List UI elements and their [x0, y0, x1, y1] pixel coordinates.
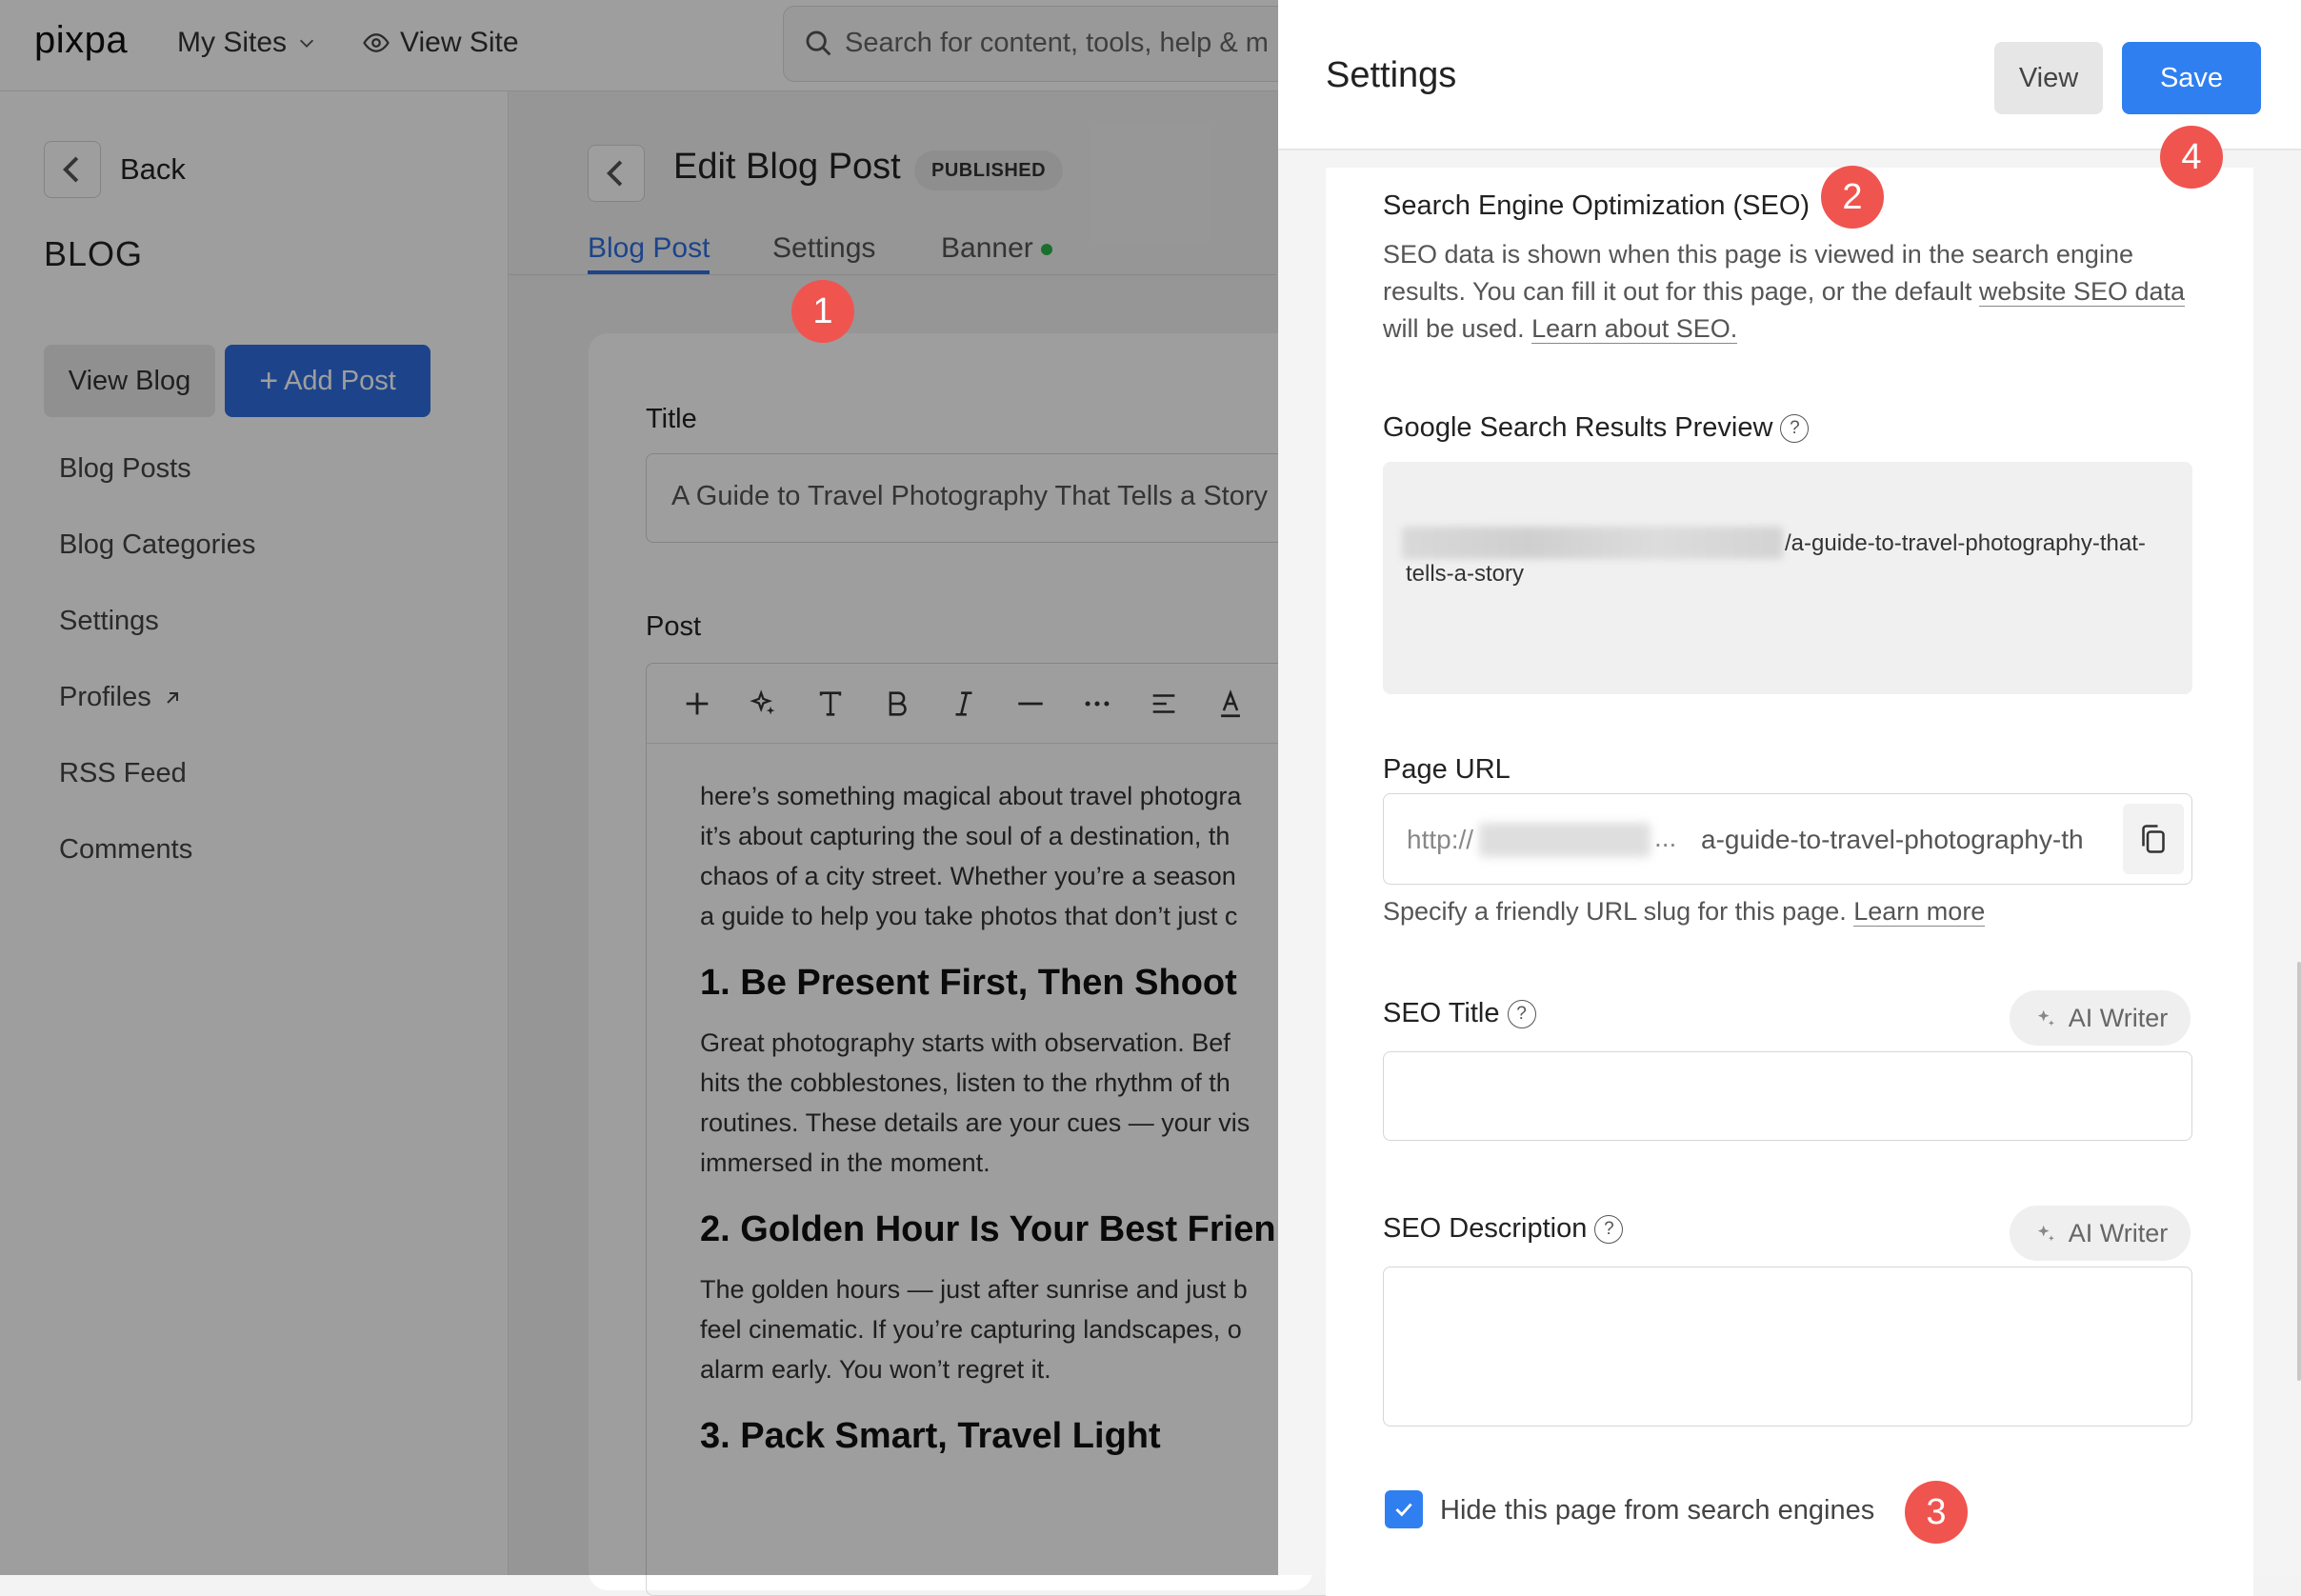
callout-marker-4: 4 — [2160, 126, 2223, 189]
save-button[interactable]: Save — [2122, 42, 2261, 114]
page-url-label: Page URL — [1383, 754, 1511, 785]
copy-url-button[interactable] — [2123, 804, 2184, 874]
copy-icon — [2142, 825, 2165, 853]
google-preview-box: /a-guide-to-travel-photography-that-tell… — [1383, 462, 2192, 694]
seo-description-label: SEO Description? — [1383, 1213, 1624, 1245]
url-ellipsis: ... — [1654, 823, 1677, 852]
hide-from-search-checkbox[interactable] — [1385, 1490, 1423, 1528]
page-url-input[interactable]: http:// ... a-guide-to-travel-photograph… — [1383, 793, 2192, 885]
sparkle-icon — [2037, 1009, 2054, 1027]
page-url-help: Specify a friendly URL slug for this pag… — [1383, 897, 1986, 927]
url-slug[interactable]: a-guide-to-travel-photography-th — [1701, 825, 2101, 855]
preview-label: Google Search Results Preview? — [1383, 412, 1810, 444]
callout-marker-2: 2 — [1821, 166, 1884, 229]
learn-about-seo-link[interactable]: Learn about SEO. — [1531, 314, 1738, 344]
seo-section-title: Search Engine Optimization (SEO) — [1383, 190, 1811, 221]
seo-title-label: SEO Title? — [1383, 998, 1536, 1029]
url-protocol: http:// — [1407, 825, 1474, 854]
settings-title: Settings — [1326, 55, 1457, 95]
settings-drawer: Settings View Save Search Engine Optimiz… — [1278, 0, 2301, 1596]
hide-from-search-label[interactable]: Hide this page from search engines — [1440, 1495, 1874, 1526]
ai-writer-label: AI Writer — [2068, 1218, 2169, 1247]
sparkle-icon — [2037, 1225, 2054, 1242]
view-button[interactable]: View — [1994, 42, 2103, 114]
panel-scrollbar[interactable] — [2297, 962, 2301, 1381]
ai-writer-label: AI Writer — [2068, 1003, 2169, 1032]
checkmark-icon — [1395, 1503, 1412, 1517]
seo-description-ai-writer-button[interactable]: AI Writer — [2010, 1206, 2191, 1261]
seo-title-ai-writer-button[interactable]: AI Writer — [2010, 990, 2191, 1046]
callout-marker-3: 3 — [1905, 1481, 1968, 1544]
settings-header: Settings View Save — [1278, 0, 2301, 150]
seo-section-description: SEO data is shown when this page is view… — [1383, 240, 2186, 344]
learn-more-link[interactable]: Learn more — [1853, 897, 1986, 927]
seo-title-input[interactable] — [1383, 1051, 2192, 1141]
modal-backdrop[interactable] — [0, 0, 1278, 1575]
help-icon[interactable]: ? — [1780, 414, 1810, 444]
help-icon[interactable]: ? — [1594, 1215, 1624, 1245]
seo-description-textarea[interactable] — [1383, 1267, 2192, 1426]
help-icon[interactable]: ? — [1507, 1000, 1536, 1029]
preview-url-text: /a-guide-to-travel-photography-that-tell… — [1406, 530, 2146, 587]
blurred-domain — [1479, 823, 1651, 857]
callout-marker-1: 1 — [791, 280, 854, 343]
website-seo-link[interactable]: website SEO data — [1978, 277, 2186, 307]
